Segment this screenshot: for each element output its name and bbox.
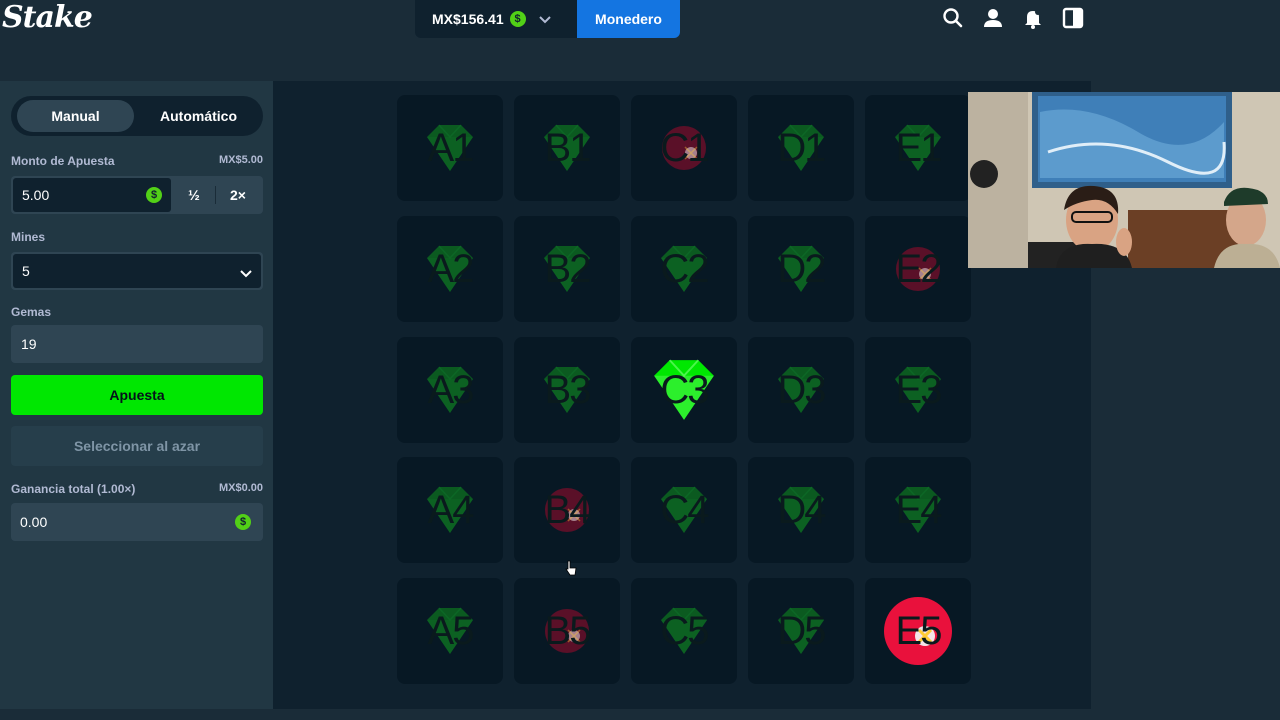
tile-d3[interactable]: D3: [748, 337, 854, 443]
tile-coordinate-label: B5: [544, 608, 592, 653]
tile-c1[interactable]: C1: [631, 95, 737, 201]
top-header: Stake MX$156.41 $ Monedero: [0, 0, 1280, 40]
gems-label: Gemas: [11, 305, 52, 319]
tile-a2[interactable]: A2: [397, 216, 503, 322]
tile-coordinate-label: C3: [660, 367, 709, 412]
search-icon[interactable]: [942, 7, 964, 29]
tile-coordinate-label: D1: [777, 125, 826, 170]
tile-b3[interactable]: B3: [514, 337, 620, 443]
tile-a5[interactable]: A5: [397, 578, 503, 684]
tile-coordinate-label: B3: [544, 367, 592, 412]
tile-e2[interactable]: E2: [865, 216, 971, 322]
total-profit-label: Ganancia total (1.00×): [11, 482, 136, 496]
mouse-cursor-icon: [565, 560, 577, 576]
tile-c2[interactable]: C2: [631, 216, 737, 322]
tile-coordinate-label: E3: [895, 367, 943, 412]
tile-coordinate-label: E1: [895, 125, 943, 170]
tile-d2[interactable]: D2: [748, 216, 854, 322]
mines-select-inner: 5: [13, 254, 261, 288]
double-bet-button[interactable]: 2×: [216, 176, 260, 214]
gems-field: 19: [11, 325, 263, 363]
tile-coordinate-label: D2: [777, 246, 826, 291]
tile-c5[interactable]: C5: [631, 578, 737, 684]
tab-automatic[interactable]: Automático: [140, 100, 257, 132]
bet-amount-label: Monto de Apuesta: [11, 154, 115, 168]
tile-coordinate-label: A2: [427, 246, 475, 291]
tile-coordinate-label: D4: [777, 487, 826, 532]
tile-c4[interactable]: C4: [631, 457, 737, 563]
total-profit-converted: MX$0.00: [218, 482, 263, 494]
tile-d5[interactable]: D5: [748, 578, 854, 684]
bottom-background: [0, 709, 1280, 720]
tile-coordinate-label: E2: [895, 246, 943, 291]
user-icon[interactable]: [982, 7, 1004, 29]
tile-c3[interactable]: C3: [631, 337, 737, 443]
chevron-down-icon: [240, 270, 252, 278]
stake-logo[interactable]: Stake: [2, 0, 93, 36]
tile-coordinate-label: E5: [895, 608, 943, 653]
bet-control-panel: Manual Automático Monto de Apuesta MX$5.…: [0, 81, 273, 709]
sidebar-toggle-icon[interactable]: [1062, 7, 1084, 29]
tile-coordinate-label: B4: [544, 487, 592, 532]
tile-coordinate-label: A4: [427, 487, 475, 532]
random-pick-button[interactable]: Seleccionar al azar: [11, 426, 263, 466]
right-background: [1091, 268, 1280, 709]
tile-coordinate-label: D5: [777, 608, 826, 653]
gems-value: 19: [21, 336, 37, 352]
tile-e3[interactable]: E3: [865, 337, 971, 443]
tile-b4[interactable]: B4: [514, 457, 620, 563]
dollar-coin-icon: $: [235, 514, 251, 530]
tile-e1[interactable]: E1: [865, 95, 971, 201]
tile-b5[interactable]: B5: [514, 578, 620, 684]
tile-coordinate-label: B1: [544, 125, 592, 170]
total-profit-field: 0.00 $: [11, 503, 263, 541]
tile-d1[interactable]: D1: [748, 95, 854, 201]
bet-button[interactable]: Apuesta: [11, 375, 263, 415]
tile-coordinate-label: A1: [427, 125, 475, 170]
tile-e5[interactable]: E5: [865, 578, 971, 684]
tile-coordinate-label: C4: [660, 487, 709, 532]
wallet-button[interactable]: Monedero: [577, 0, 680, 38]
header-spacer: [0, 40, 1280, 81]
dollar-coin-icon: $: [509, 11, 526, 27]
tile-e4[interactable]: E4: [865, 457, 971, 563]
tile-a3[interactable]: A3: [397, 337, 503, 443]
balance-amount: MX$156.41: [432, 11, 504, 27]
tile-coordinate-label: C1: [660, 125, 709, 170]
bet-amount-input[interactable]: 5.00 $: [13, 178, 171, 212]
tab-manual[interactable]: Manual: [17, 100, 134, 132]
half-bet-button[interactable]: ½: [172, 176, 216, 214]
mines-select[interactable]: 5: [11, 252, 263, 290]
webcam-image: [968, 92, 1280, 268]
tile-coordinate-label: C2: [660, 246, 709, 291]
mode-tabs: Manual Automático: [11, 96, 263, 136]
tile-coordinate-label: B2: [544, 246, 592, 291]
tile-coordinate-label: A3: [427, 367, 475, 412]
tile-coordinate-label: C5: [660, 608, 709, 653]
tile-coordinate-label: D3: [777, 367, 826, 412]
tile-d4[interactable]: D4: [748, 457, 854, 563]
tile-b1[interactable]: B1: [514, 95, 620, 201]
chevron-down-icon: [538, 16, 551, 24]
bell-icon[interactable]: [1022, 7, 1044, 29]
tile-a1[interactable]: A1: [397, 95, 503, 201]
bet-amount-field: 5.00 $ ½ 2×: [11, 176, 263, 214]
tile-b2[interactable]: B2: [514, 216, 620, 322]
tile-coordinate-label: E4: [895, 487, 943, 532]
tile-coordinate-label: A5: [427, 608, 475, 653]
mines-label: Mines: [11, 230, 46, 244]
total-profit-value: 0.00: [20, 514, 48, 530]
mines-value: 5: [22, 263, 30, 279]
dollar-coin-icon: $: [146, 187, 162, 203]
bet-amount-converted: MX$5.00: [218, 154, 263, 166]
webcam-overlay: [968, 92, 1280, 268]
balance-selector[interactable]: MX$156.41 $: [415, 0, 577, 38]
tile-a4[interactable]: A4: [397, 457, 503, 563]
bet-amount-value: 5.00: [22, 187, 50, 203]
